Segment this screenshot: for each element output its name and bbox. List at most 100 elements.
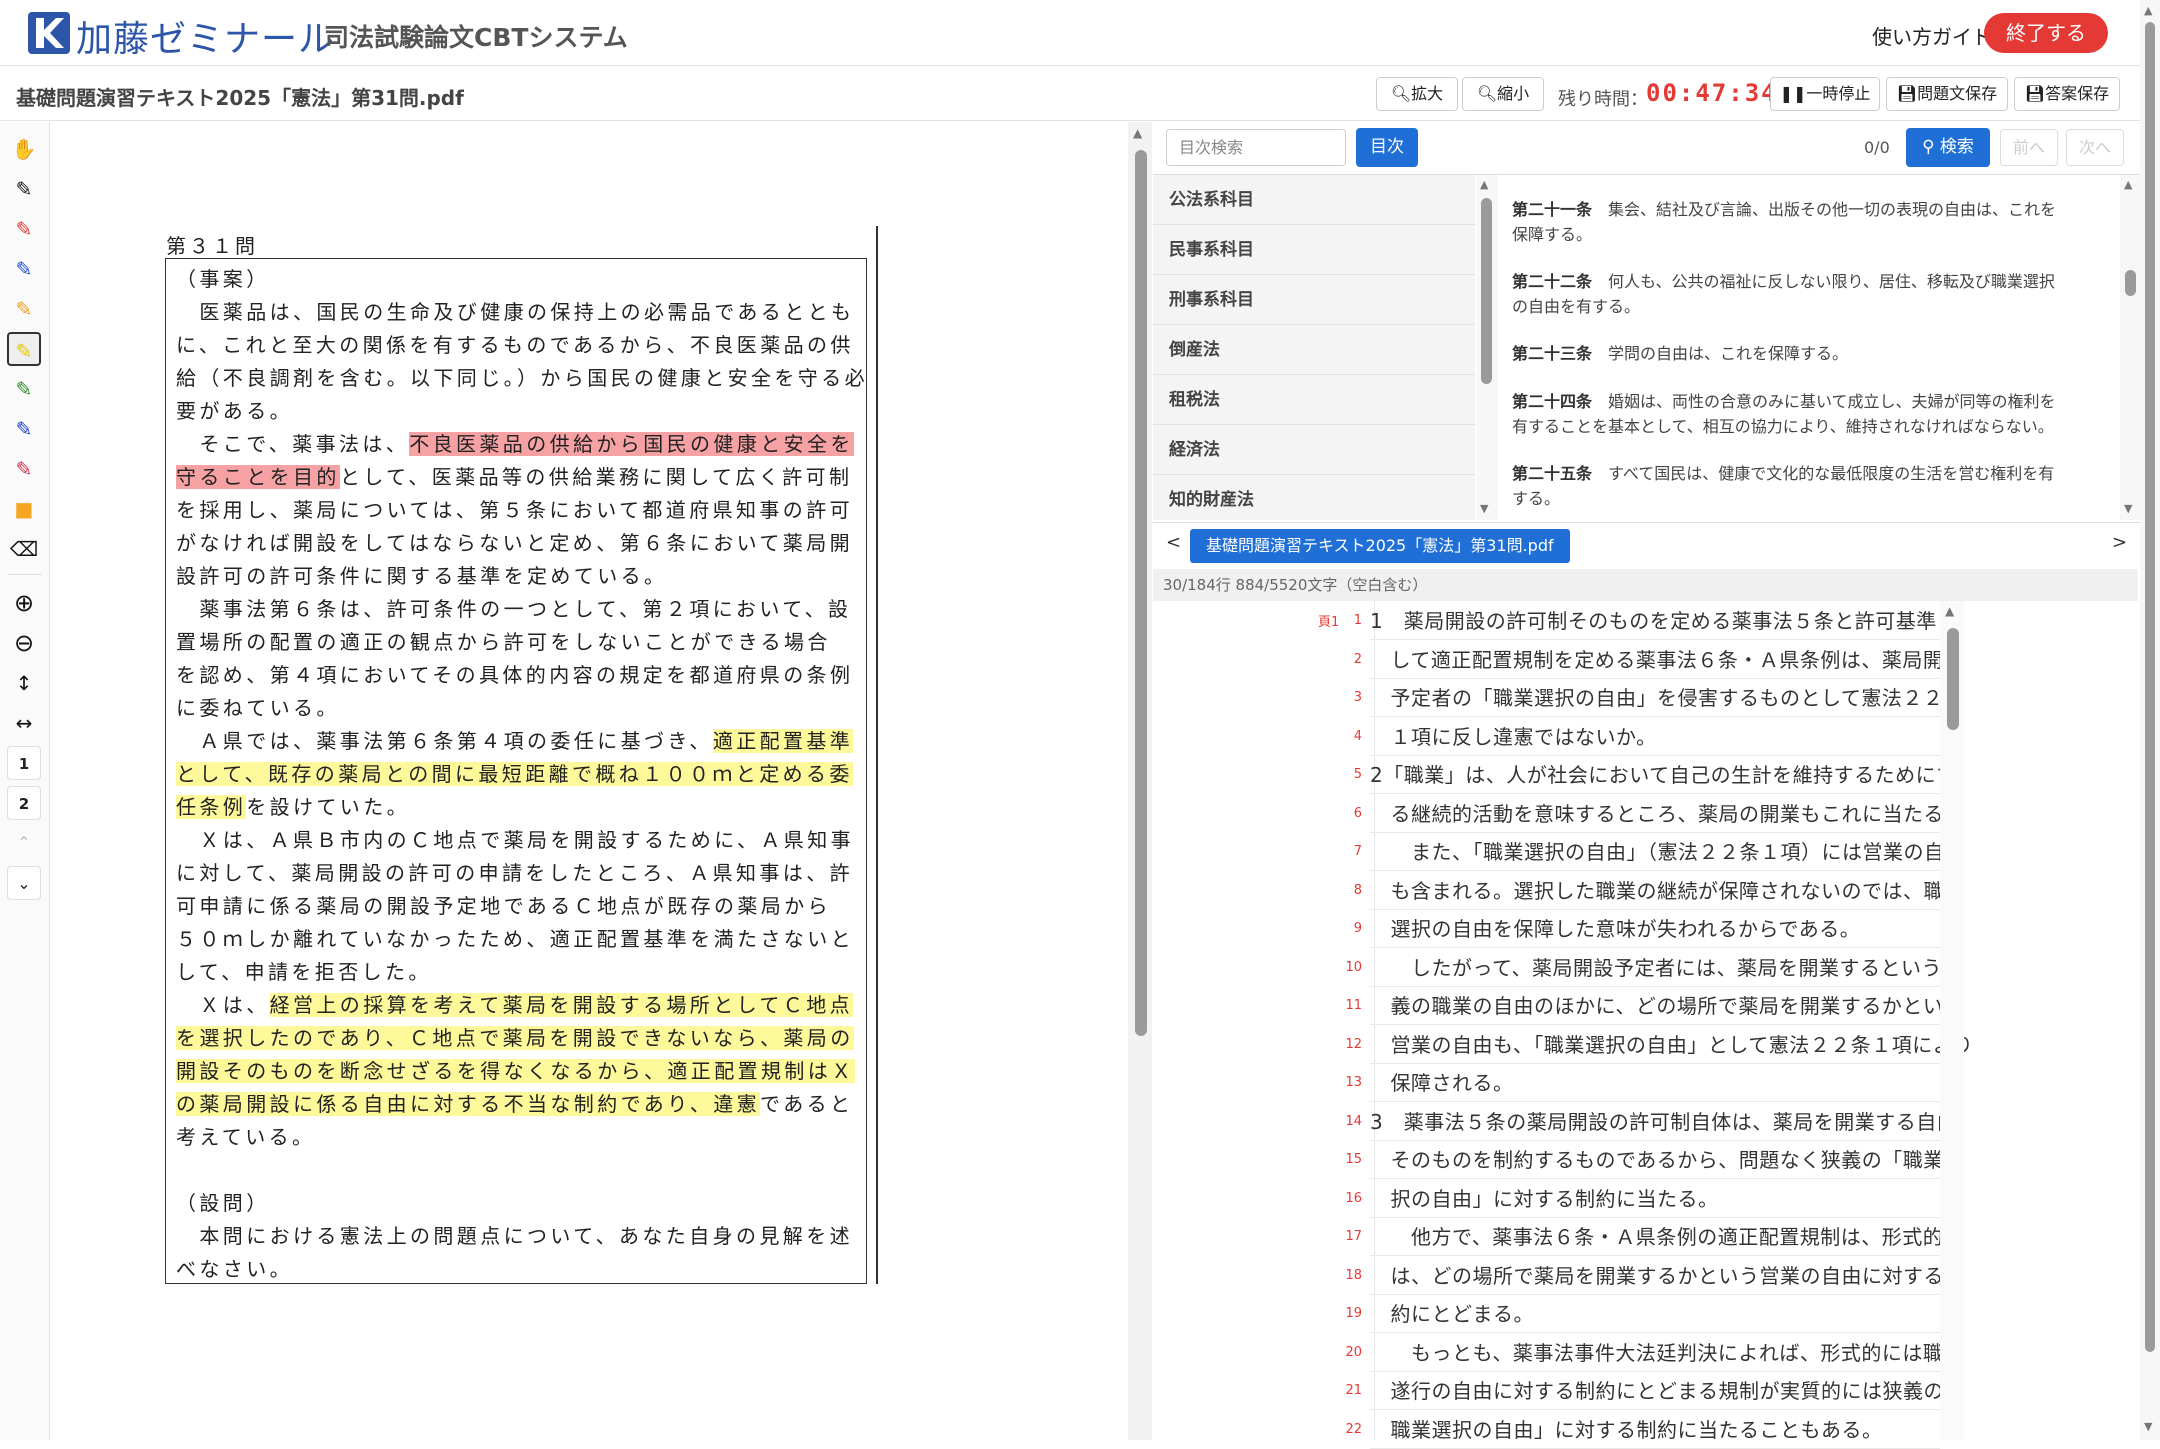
pen-blue-icon[interactable]: ✎ [7, 252, 41, 286]
logo-text: 加藤ゼミナール [76, 19, 336, 60]
highlighter-green-icon[interactable]: ✎ [7, 372, 41, 406]
question-line: がなければ開設をしてはならないと定め、第６条において薬局開 [176, 528, 853, 559]
answer-line[interactable]: 3 薬事法５条の薬局開設の許可制自体は、薬局を開業する自由 [1370, 1103, 1957, 1141]
tab-active-document[interactable]: 基礎問題演習テキスト2025「憲法」第31問.pdf [1190, 529, 1570, 563]
category-item[interactable]: 民事系科目 [1153, 225, 1475, 275]
line-number: 6 [1353, 805, 1362, 821]
hand-tool-icon[interactable]: ✋ [7, 132, 41, 166]
category-item[interactable]: 知的財産法 [1153, 475, 1475, 525]
answer-line[interactable]: 保障される。 [1370, 1064, 1940, 1102]
article-item[interactable]: 第二十五条 すべて国民は、健康で文化的な最低限度の生活を営む権利を有 する。 [1512, 461, 2102, 511]
answer-line[interactable]: 他方で、薬事法６条・Ａ県条例の適正配置規制は、形式的に [1370, 1218, 1963, 1256]
pause-icon: ❚❚ [1779, 84, 1807, 103]
category-scroll-thumb[interactable] [1481, 198, 1492, 384]
question-line: 医薬品は、国民の生命及び健康の保持上の必需品であるととも [176, 297, 854, 328]
art-scroll-up-icon[interactable]: ▲ [2124, 178, 2132, 191]
answer-line[interactable]: 1 薬局開設の許可制そのものを定める薬事法５条と許可基準と [1370, 602, 1957, 640]
toc-search-input[interactable]: 目次検索 [1166, 129, 1346, 166]
category-item[interactable]: 租税法 [1153, 375, 1475, 425]
search-button[interactable]: ⚲ 検索 [1906, 128, 1990, 167]
answer-line[interactable]: 択の自由」に対する制約に当たる。 [1370, 1180, 1940, 1218]
pause-button[interactable]: ❚❚一時停止 [1770, 77, 1880, 111]
prev-result-button[interactable]: 前へ [2000, 129, 2058, 166]
answer-scroll-thumb[interactable] [1947, 628, 1959, 730]
category-item[interactable]: 刑事系科目 [1153, 275, 1475, 325]
question-line: 置場所の配置の適正の観点から許可をしないことができる場合 [176, 627, 831, 658]
guide-link[interactable]: 使い方ガイド [1872, 21, 1992, 50]
article-item[interactable]: 第二十三条 学問の自由は、これを保障する。 [1512, 341, 2102, 366]
next-result-button[interactable]: 次へ [2066, 129, 2124, 166]
line-text: 本問における憲法上の問題点について、あなた自身の見解を述 [176, 1224, 853, 1248]
answer-line[interactable]: して適正配置規制を定める薬事法６条・Ａ県条例は、薬局開設 [1370, 641, 1963, 679]
answer-line[interactable]: そのものを制約するものであるから、問題なく狭義の「職業選 [1370, 1141, 1964, 1179]
sticky-note-icon[interactable]: ■ [7, 492, 41, 526]
line-number: 11 [1345, 998, 1362, 1013]
answer-line[interactable]: は、どの場所で薬局を開業するかという営業の自由に対する制 [1370, 1257, 1964, 1295]
highlight-yellow: 経営上の採算を考えて薬局を開設する場所としてＣ地点 [269, 993, 854, 1017]
art-scroll-down-icon[interactable]: ▼ [2124, 502, 2132, 515]
line-text: であると [760, 1092, 854, 1116]
page-1-button[interactable]: 1 [7, 746, 41, 780]
tab-prev-arrow[interactable]: < [1166, 532, 1181, 553]
article-text: 婚姻は、両性の合意のみに基いて成立し、夫婦が同等の権利を [1608, 392, 2056, 411]
answer-line[interactable]: 選択の自由を保障した意味が失われるからである。 [1370, 910, 1940, 948]
answer-line[interactable]: 2「職業」は、人が社会において自己の生計を維持するためにす [1370, 756, 1956, 794]
answer-line[interactable]: 予定者の「職業選択の自由」を侵害するものとして憲法２２条 [1370, 679, 1963, 717]
answer-line[interactable]: したがって、薬局開設予定者には、薬局を開業するという狭 [1370, 949, 1962, 987]
answer-line[interactable]: 営業の自由も、「職業選択の自由」として憲法２２条１項により [1370, 1026, 1973, 1064]
line-number: 16 [1345, 1190, 1362, 1206]
save-question-button[interactable]: 💾︎問題文保存 [1886, 77, 2008, 111]
answer-line[interactable]: る継続的活動を意味するところ、薬局の開業もこれに当たる。 [1370, 795, 1964, 833]
chevron-down-icon[interactable]: ⌄ [7, 866, 41, 900]
article-item[interactable]: 第二十一条 集会、結社及び言論、出版その他一切の表現の自由は、これを 保障する。 [1512, 197, 2102, 247]
article-scroll-thumb[interactable] [2125, 270, 2136, 296]
category-item[interactable]: 経済法 [1153, 425, 1475, 475]
page-edge-line [876, 226, 878, 1284]
zoom-in-button[interactable]: 🔍︎拡大 [1376, 77, 1458, 111]
answer-line[interactable]: もっとも、薬事法事件大法廷判決によれば、形式的には職業 [1370, 1334, 1963, 1372]
article-item[interactable]: 第二十二条 何人も、公共の福祉に反しない限り、居住、移転及び職業選択 の自由を有する… [1512, 269, 2102, 319]
cat-scroll-down-icon[interactable]: ▼ [1480, 502, 1488, 515]
window-scroll-down-icon[interactable]: ▼ [2144, 1420, 2152, 1433]
window-scroll-thumb[interactable] [2145, 22, 2155, 1352]
ans-scroll-up-icon[interactable]: ▲ [1945, 604, 1954, 618]
logo-icon [28, 12, 70, 54]
eraser-icon[interactable]: ⌫ [7, 532, 41, 566]
answer-line[interactable]: 職業選択の自由」に対する制約に当たることもある。 [1370, 1411, 1940, 1449]
answer-line[interactable]: も含まれる。選択した職業の継続が保障されないのでは、職業 [1370, 872, 1964, 910]
pen-red-icon[interactable]: ✎ [7, 212, 41, 246]
answer-line[interactable]: 約にとどまる。 [1370, 1295, 1940, 1333]
toc-button[interactable]: 目次 [1356, 128, 1418, 167]
pen-black-icon[interactable]: ✎ [7, 172, 41, 206]
end-button[interactable]: 終了する [1984, 13, 2108, 53]
document-scroll-thumb[interactable] [1135, 150, 1147, 1036]
chevron-up-icon[interactable]: ⌃ [7, 826, 41, 860]
fit-width-icon[interactable]: ↔ [7, 706, 41, 740]
cat-scroll-up-icon[interactable]: ▲ [1480, 178, 1488, 191]
line-number: 8 [1353, 882, 1362, 898]
page-2-button[interactable]: 2 [7, 786, 41, 820]
category-item[interactable]: 倒産法 [1153, 325, 1475, 375]
fit-height-icon[interactable]: ↕ [7, 666, 41, 700]
zoom-minus-icon[interactable]: ⊖ [7, 626, 41, 660]
save-answer-button[interactable]: 💾︎答案保存 [2014, 77, 2120, 111]
document-toolbar: 基礎問題演習テキスト2025「憲法」第31問.pdf 🔍︎拡大 🔍︎縮小 残り時… [0, 67, 2160, 121]
zoom-plus-icon[interactable]: ⊕ [7, 586, 41, 620]
question-line: べなさい。 [176, 1254, 293, 1285]
answer-line[interactable]: また、「職業選択の自由」（憲法２２条１項）には営業の自由 [1370, 833, 1965, 871]
article-item[interactable]: 第二十四条 婚姻は、両性の合意のみに基いて成立し、夫婦が同等の権利を 有することを基… [1512, 389, 2102, 439]
highlighter-orange-icon[interactable]: ✎ [7, 292, 41, 326]
highlighter-pink-icon[interactable]: ✎ [7, 452, 41, 486]
answer-stats: 30/184行 884/5520文字（空白含む） [1153, 569, 2138, 601]
highlighter-yellow-icon[interactable]: ✎ [7, 332, 41, 366]
answer-line[interactable]: 遂行の自由に対する制約にとどまる規制が実質的には狭義の「 [1370, 1372, 1964, 1410]
zoom-out-button[interactable]: 🔍︎縮小 [1462, 77, 1544, 111]
answer-line[interactable]: １項に反し違憲ではないか。 [1370, 718, 1940, 756]
answer-line[interactable]: 義の職業の自由のほかに、どの場所で薬局を開業するかという [1370, 987, 1963, 1025]
article-scrollbar[interactable] [2120, 175, 2142, 520]
tab-next-arrow[interactable]: > [2112, 532, 2127, 553]
window-scroll-up-icon[interactable]: ▲ [2144, 4, 2152, 17]
scroll-up-icon[interactable]: ▲ [1133, 126, 1142, 140]
category-item[interactable]: 公法系科目 [1153, 175, 1475, 225]
highlighter-blue-icon[interactable]: ✎ [7, 412, 41, 446]
